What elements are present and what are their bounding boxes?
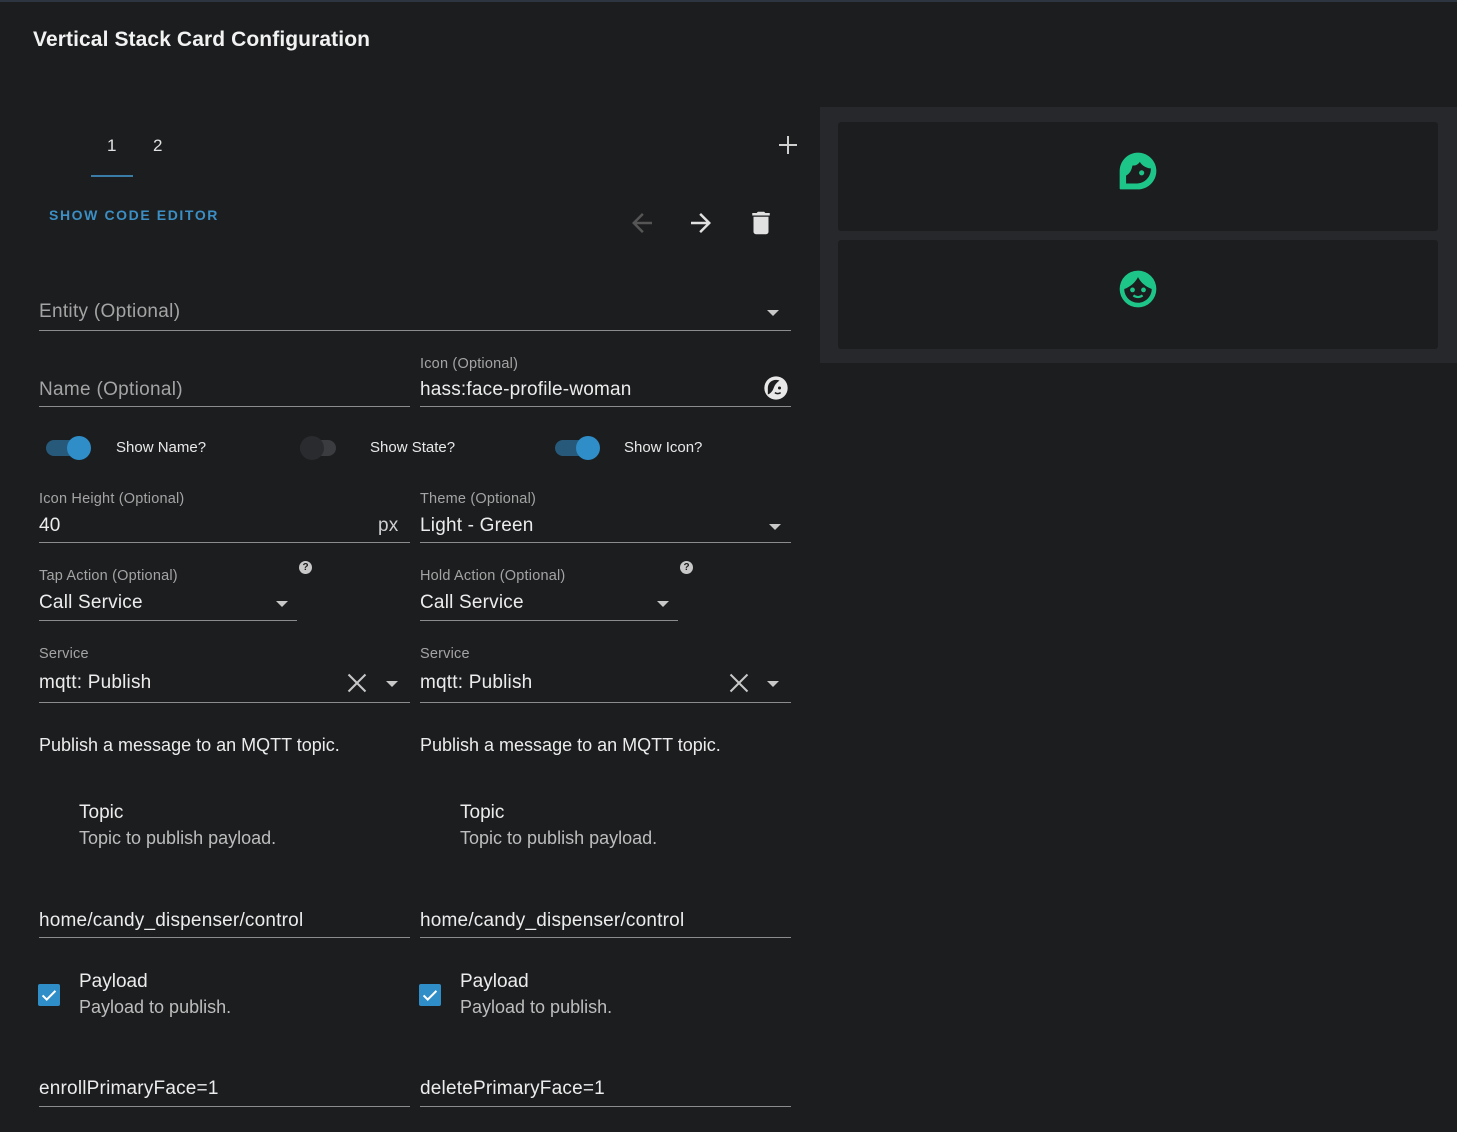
entity-label: Entity (Optional) — [39, 301, 181, 322]
hold-action-select[interactable]: Hold Action (Optional) Call Service — [420, 564, 678, 621]
chevron-down-icon — [767, 310, 779, 316]
chevron-down-icon — [657, 601, 669, 607]
tap-topic-value: home/candy_dispenser/control — [39, 910, 304, 931]
toggle-knob — [576, 436, 600, 460]
hold-service-value: mqtt: Publish — [420, 672, 533, 693]
toggle-knob — [67, 436, 91, 460]
icon-height-suffix: px — [378, 515, 399, 536]
preview-card-1[interactable] — [838, 122, 1438, 231]
tap-payload-value: enrollPrimaryFace=1 — [39, 1078, 219, 1099]
hold-payload-value: deletePrimaryFace=1 — [420, 1078, 605, 1099]
tap-payload-checkbox[interactable] — [38, 984, 60, 1006]
chevron-down-icon[interactable] — [767, 681, 779, 687]
show-code-editor-button[interactable]: SHOW CODE EDITOR — [49, 207, 219, 223]
delete-icon[interactable] — [746, 208, 776, 238]
face-profile-woman-icon — [764, 376, 788, 400]
active-tab-indicator — [91, 175, 133, 177]
face-profile-woman-icon — [1119, 152, 1157, 190]
tap-topic-title: Topic — [79, 802, 124, 823]
icon-height-field[interactable]: Icon Height (Optional) 40 px — [39, 487, 410, 543]
icon-value: hass:face-profile-woman — [420, 379, 632, 400]
hold-payload-title: Payload — [460, 971, 529, 992]
chevron-down-icon[interactable] — [386, 681, 398, 687]
tap-service-description: Publish a message to an MQTT topic. — [39, 735, 340, 755]
tab-card-2[interactable]: 2 — [153, 136, 162, 156]
help-icon[interactable]: ? — [299, 561, 312, 574]
top-border — [0, 0, 1457, 2]
chevron-down-icon — [276, 601, 288, 607]
hold-topic-input[interactable]: home/candy_dispenser/control — [420, 902, 791, 938]
move-right-icon[interactable] — [686, 208, 716, 238]
tap-topic-desc: Topic to publish payload. — [79, 828, 277, 848]
icon-label: Icon (Optional) — [420, 356, 519, 372]
face-man-icon — [1119, 270, 1157, 308]
hold-service-select[interactable]: Service mqtt: Publish — [420, 642, 791, 703]
toggle-knob — [300, 436, 324, 460]
name-field[interactable]: Name (Optional) — [39, 372, 410, 407]
hold-topic-desc: Topic to publish payload. — [460, 828, 658, 848]
hold-action-label: Hold Action (Optional) — [420, 568, 566, 584]
hold-topic-value: home/candy_dispenser/control — [420, 910, 685, 931]
tap-service-label: Service — [39, 646, 89, 662]
hold-payload-checkbox[interactable] — [419, 984, 441, 1006]
hold-payload-input[interactable]: deletePrimaryFace=1 — [420, 1071, 791, 1107]
tap-service-select[interactable]: Service mqtt: Publish — [39, 642, 410, 703]
tap-payload-title: Payload — [79, 971, 148, 992]
icon-height-label: Icon Height (Optional) — [39, 491, 185, 507]
show-state-label: Show State? — [370, 439, 456, 456]
theme-value: Light - Green — [420, 515, 534, 536]
clear-icon[interactable] — [347, 673, 367, 693]
preview-card-2[interactable] — [838, 240, 1438, 349]
clear-icon[interactable] — [729, 673, 749, 693]
hold-service-description: Publish a message to an MQTT topic. — [420, 735, 721, 755]
tap-action-select[interactable]: Tap Action (Optional) Call Service — [39, 564, 297, 621]
tap-action-value: Call Service — [39, 592, 143, 613]
add-card-icon[interactable] — [776, 133, 800, 157]
icon-height-value: 40 — [39, 515, 61, 536]
icon-field[interactable]: Icon (Optional) hass:face-profile-woman — [420, 352, 791, 407]
tap-topic-input[interactable]: home/candy_dispenser/control — [39, 902, 410, 938]
help-icon[interactable]: ? — [680, 561, 693, 574]
tab-card-1[interactable]: 1 — [107, 136, 116, 156]
tap-payload-input[interactable]: enrollPrimaryFace=1 — [39, 1071, 410, 1107]
hold-action-value: Call Service — [420, 592, 524, 613]
chevron-down-icon — [769, 524, 781, 530]
theme-select[interactable]: Theme (Optional) Light - Green — [420, 487, 791, 543]
tap-payload-desc: Payload to publish. — [79, 997, 232, 1017]
hold-payload-desc: Payload to publish. — [460, 997, 613, 1017]
tap-action-label: Tap Action (Optional) — [39, 568, 178, 584]
dialog-title: Vertical Stack Card Configuration — [33, 28, 371, 51]
show-icon-label: Show Icon? — [624, 439, 703, 456]
hold-topic-title: Topic — [460, 802, 505, 823]
checkmark-icon — [41, 990, 57, 1002]
move-left-icon[interactable] — [627, 208, 657, 238]
show-name-label: Show Name? — [116, 439, 207, 456]
entity-select[interactable]: Entity (Optional) — [39, 296, 791, 331]
tap-service-value: mqtt: Publish — [39, 672, 152, 693]
theme-label: Theme (Optional) — [420, 491, 537, 507]
name-label: Name (Optional) — [39, 379, 183, 400]
hold-service-label: Service — [420, 646, 470, 662]
checkmark-icon — [422, 990, 438, 1002]
